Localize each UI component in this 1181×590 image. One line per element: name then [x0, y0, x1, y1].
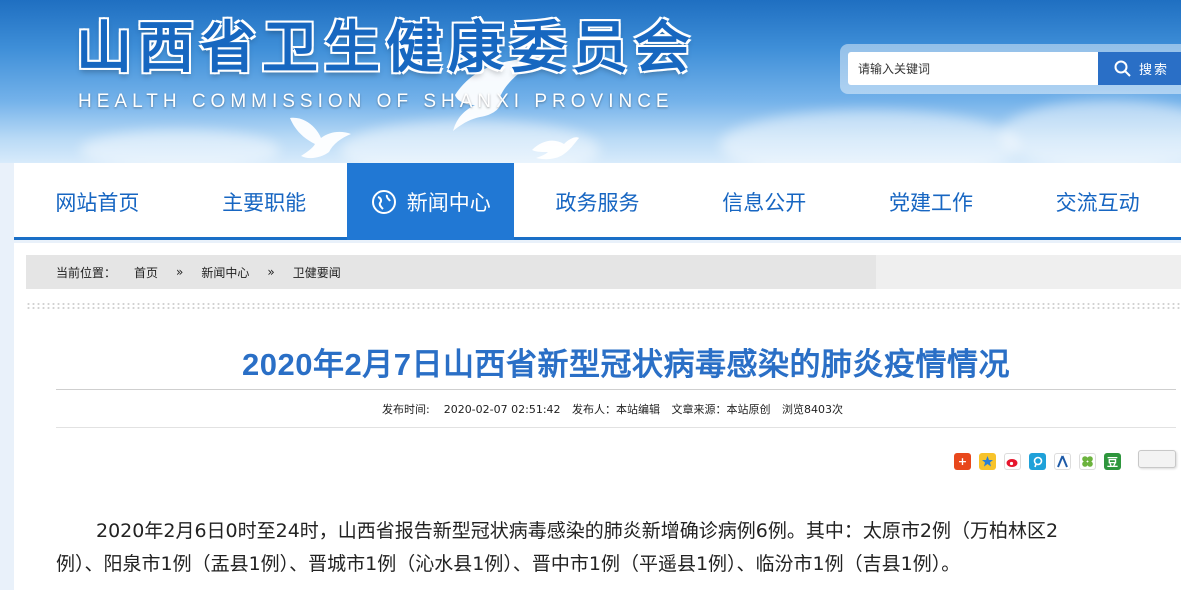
- breadcrumb-prefix: 当前位置：: [56, 265, 117, 280]
- nav-item-info-disclosure[interactable]: 信息公开: [681, 163, 848, 240]
- kaixin-icon[interactable]: [1079, 453, 1096, 470]
- douban-icon[interactable]: 豆: [1104, 453, 1121, 470]
- nav-item-news-center[interactable]: 新闻中心: [347, 163, 515, 240]
- breadcrumb-filler: [876, 255, 1181, 289]
- plus-share-icon[interactable]: +: [954, 453, 971, 470]
- breadcrumb: 当前位置： 首页 » 新闻中心 » 卫健要闻: [26, 255, 876, 289]
- search-icon: [1114, 60, 1131, 77]
- nav-item-label: 主要职能: [222, 190, 307, 215]
- article-body: 2020年2月6日0时至24时，山西省报告新型冠状病毒感染的肺炎新增确诊病例6例…: [56, 515, 1181, 581]
- share-bar: + 豆: [954, 453, 1121, 470]
- dove-icon: [290, 117, 351, 159]
- nav-item-label: 党建工作: [888, 190, 973, 215]
- meta-source: 文章来源：本站原创: [671, 403, 771, 416]
- article-title: 2020年2月7日山西省新型冠状病毒感染的肺炎疫情情况: [242, 347, 1010, 382]
- nav-item-functions[interactable]: 主要职能: [181, 163, 348, 240]
- article-meta: 发布时间: 2020-02-07 02:51:42 发布人：本站编辑 文章来源：…: [382, 401, 851, 417]
- nav-item-label: 网站首页: [55, 190, 140, 215]
- site-subtitle: HEALTH COMMISSION OF SHANXI PROVINCE: [78, 91, 674, 112]
- globe-icon: [371, 189, 397, 215]
- tencent-weibo-icon[interactable]: [1029, 453, 1046, 470]
- article-paragraph: 例）、阳泉市1例（盂县1例）、晋城市1例（沁水县1例）、晋中市1例（平遥县1例）…: [56, 553, 961, 575]
- nav-item-label: 交流互动: [1055, 190, 1140, 215]
- share-more-button[interactable]: [1138, 450, 1176, 468]
- site-title: 山西省卫生健康委员会: [76, 16, 696, 81]
- nav-item-gov-services[interactable]: 政务服务: [514, 163, 681, 240]
- article-paragraph: 2020年2月6日0时至24时，山西省报告新型冠状病毒感染的肺炎新增确诊病例6例…: [96, 520, 1059, 542]
- dove-icon: [532, 137, 579, 160]
- breadcrumb-link-home[interactable]: 首页: [134, 264, 158, 281]
- title-divider: [56, 389, 1176, 390]
- nav-item-interaction[interactable]: 交流互动: [1014, 163, 1181, 240]
- dotted-divider: [26, 302, 1181, 310]
- meta-views: 浏览8403次: [782, 403, 844, 416]
- main-nav: 网站首页 主要职能 新闻中心 政务服务 信息公开 党建工作 交流互动: [14, 163, 1181, 240]
- search-button-label: 搜索: [1139, 63, 1170, 78]
- meta-divider: [56, 427, 1176, 428]
- nav-item-party-building[interactable]: 党建工作: [848, 163, 1015, 240]
- nav-item-label: 新闻中心: [406, 190, 491, 215]
- search-button[interactable]: 搜索: [1098, 52, 1181, 85]
- nav-item-label: 信息公开: [722, 190, 807, 215]
- breadcrumb-link-news-center[interactable]: 新闻中心: [201, 264, 249, 281]
- renren-icon[interactable]: [1054, 453, 1071, 470]
- weibo-icon[interactable]: [1004, 453, 1021, 470]
- meta-publish-time: 发布时间: 2020-02-07 02:51:42: [382, 403, 561, 416]
- breadcrumb-separator: »: [176, 265, 184, 279]
- nav-item-home[interactable]: 网站首页: [14, 163, 181, 240]
- qzone-icon[interactable]: [979, 453, 996, 470]
- search-input[interactable]: [848, 52, 1098, 85]
- nav-item-label: 政务服务: [555, 190, 640, 215]
- meta-publisher: 发布人：本站编辑: [572, 403, 661, 416]
- breadcrumb-link-health-news[interactable]: 卫健要闻: [293, 264, 341, 281]
- breadcrumb-separator: »: [267, 265, 275, 279]
- content-panel: 当前位置： 首页 » 新闻中心 » 卫健要闻 2020年2月7日山西省新型冠状病…: [14, 243, 1181, 590]
